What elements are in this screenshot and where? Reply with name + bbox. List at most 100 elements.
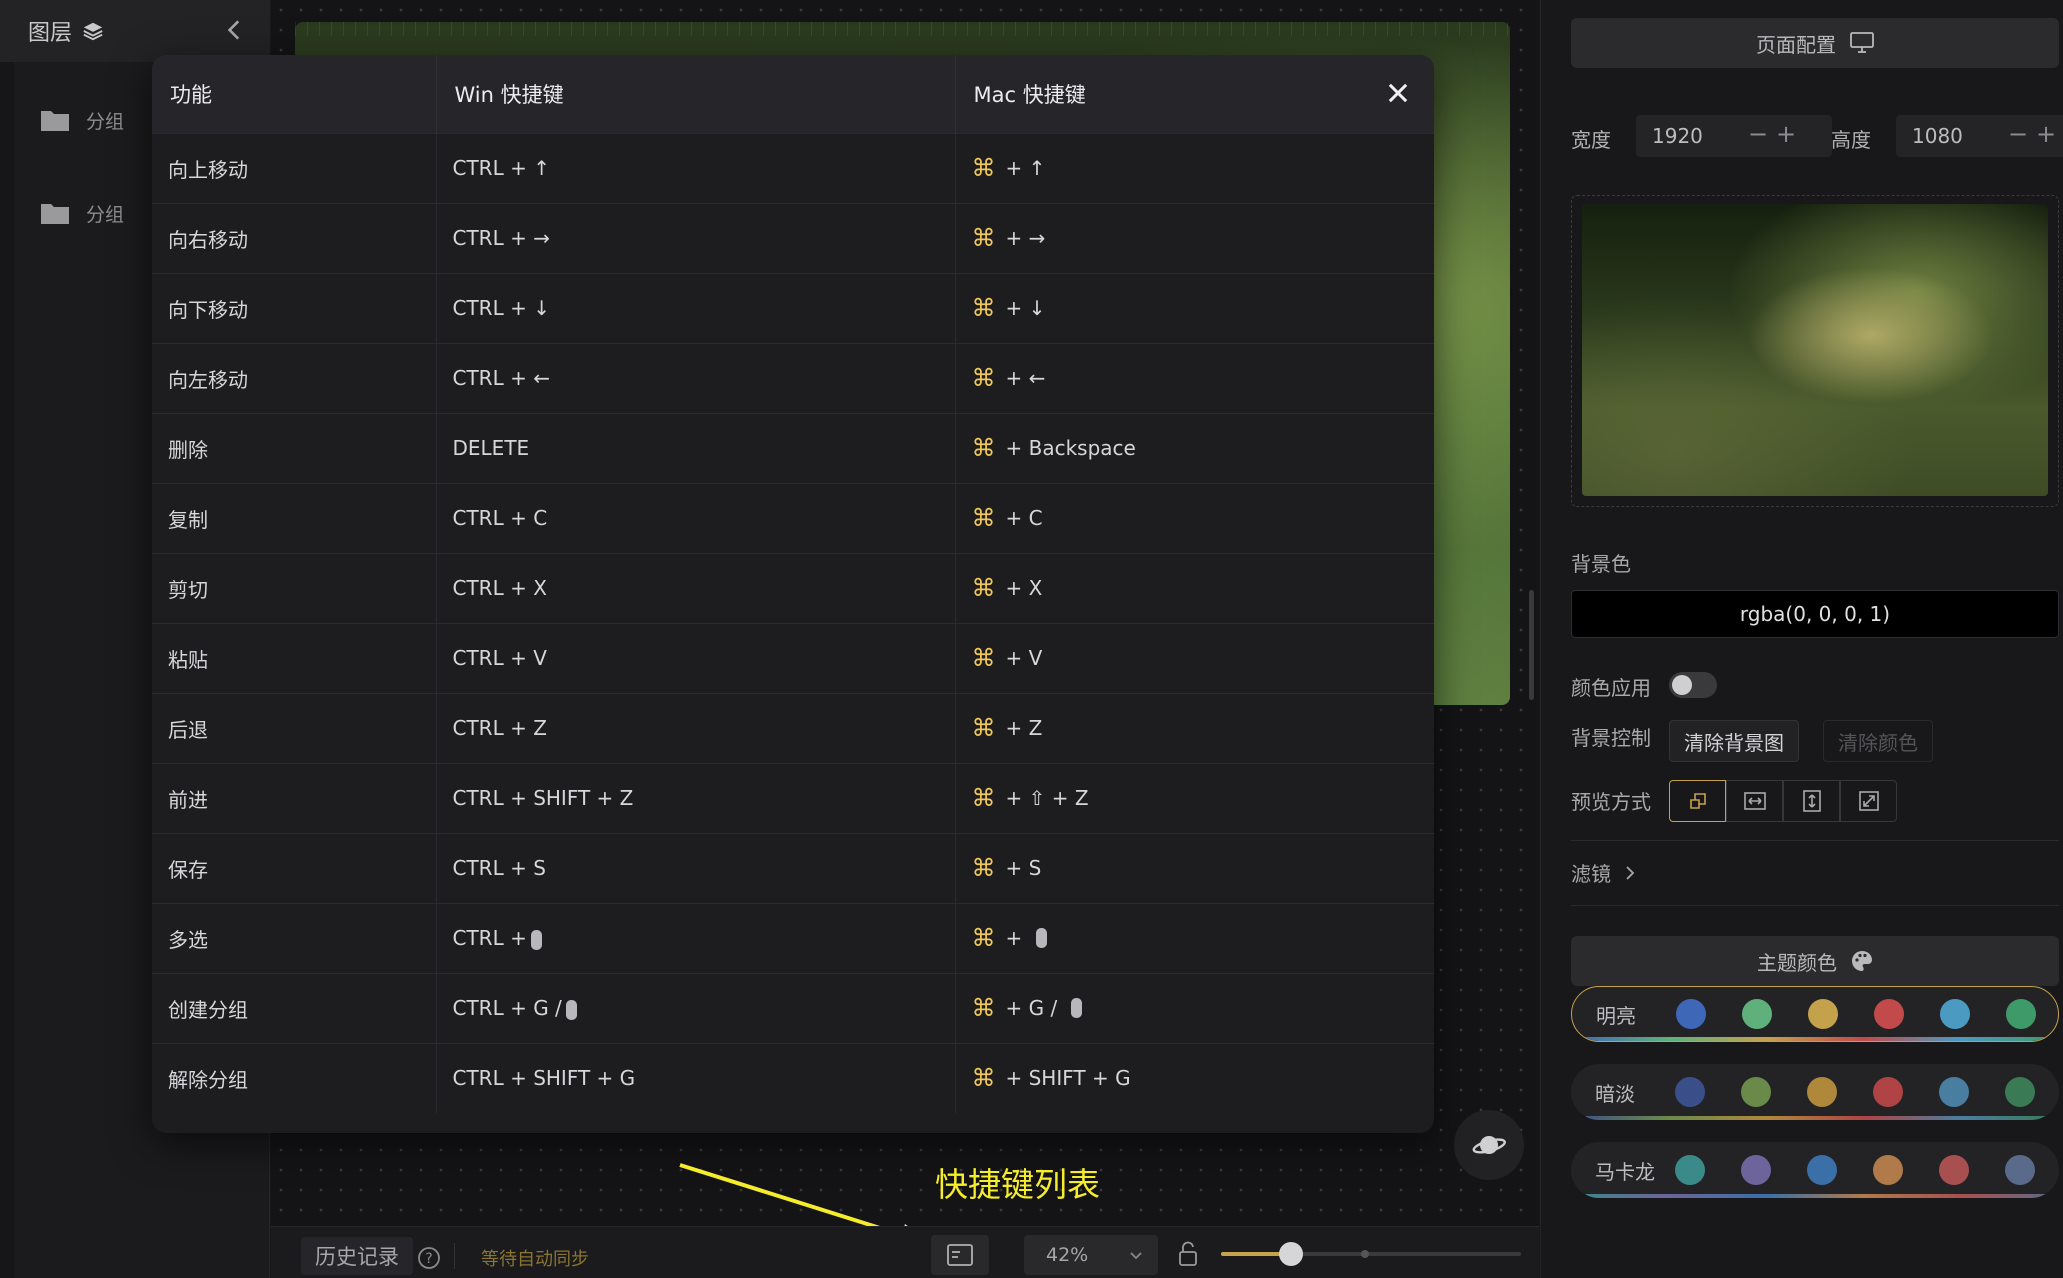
filter-expander[interactable]: 滤镜	[1571, 858, 1639, 887]
keyboard-list-icon	[947, 1244, 973, 1266]
shortcut-mac-keys-wrap: ⌘ + ↓	[972, 274, 1435, 343]
shortcut-mac: ⌘ + X	[955, 552, 1435, 623]
width-decrement[interactable]: −	[1748, 120, 1768, 148]
color-swatch	[1675, 1155, 1705, 1185]
command-key-icon: ⌘	[971, 644, 996, 672]
shortcut-mac-keys: + X	[1005, 576, 1043, 600]
shortcut-win-keys: CTRL + C	[452, 506, 548, 530]
zoom-slider-thumb[interactable]	[1279, 1242, 1303, 1266]
height-value: 1080	[1912, 124, 1963, 148]
shortcut-win: CTRL + SHIFT + Z	[436, 762, 956, 833]
chevron-down-icon	[1130, 1252, 1142, 1260]
mouse-icon	[1071, 998, 1083, 1018]
shortcut-mac-keys: + SHIFT + G	[1005, 1066, 1131, 1090]
shortcut-mac: ⌘ + SHIFT + G	[955, 1042, 1434, 1113]
preview-mode-label: 预览方式	[1571, 790, 1651, 814]
divider	[1571, 840, 2059, 841]
toggle-knob	[1672, 675, 1692, 695]
help-icon[interactable]: ?	[417, 1246, 441, 1270]
shortcut-mac-keys-wrap: ⌘ + V	[972, 624, 1435, 693]
header-mac: Mac 快捷键	[955, 55, 1434, 133]
preview-mode-stretch[interactable]	[1840, 780, 1897, 822]
shortcut-win-keys: CTRL + X	[452, 576, 547, 600]
height-label: 高度	[1831, 128, 1871, 152]
collapse-panel-icon[interactable]	[222, 16, 248, 44]
canvas-ruler	[295, 22, 1510, 36]
mouse-icon	[530, 929, 542, 950]
shortcut-win-keys: CTRL + SHIFT + G	[452, 1066, 636, 1090]
shortcut-win: CTRL + G /	[436, 972, 956, 1043]
history-button[interactable]: 历史记录	[301, 1237, 413, 1275]
mouse-icon	[1036, 928, 1048, 948]
shortcut-mac-keys-wrap: ⌘ + G /	[972, 974, 1435, 1043]
color-apply-toggle[interactable]	[1669, 672, 1717, 698]
shortcut-mac: ⌘ +	[955, 902, 1434, 973]
preview-mode-fit-height[interactable]	[1783, 780, 1840, 822]
height-increment[interactable]: +	[2036, 120, 2056, 148]
layer-group-item[interactable]: 分组	[40, 193, 124, 233]
shortcut-win: CTRL + →	[436, 202, 956, 273]
shortcut-win: CTRL + V	[436, 622, 956, 693]
close-icon[interactable]	[1384, 79, 1412, 107]
theme-option[interactable]: 暗淡	[1571, 1064, 2059, 1120]
theme-swatches	[1676, 999, 2036, 1029]
shortcut-win: CTRL + ↓	[436, 272, 956, 343]
width-increment[interactable]: +	[1776, 120, 1796, 148]
fit-original-icon	[1689, 793, 1706, 809]
color-swatch	[1939, 1077, 1969, 1107]
theme-swatches	[1675, 1155, 2035, 1185]
shortcut-mac-keys: + G /	[1005, 996, 1058, 1020]
theme-option[interactable]: 明亮	[1571, 986, 2059, 1042]
stretch-icon	[1858, 791, 1879, 811]
clear-color-button[interactable]: 清除颜色	[1823, 720, 1933, 762]
shortcut-function: 多选	[152, 902, 437, 973]
theme-name: 暗淡	[1595, 1081, 1635, 1106]
planet-button[interactable]	[1454, 1110, 1524, 1180]
width-input[interactable]: 1920 − +	[1636, 115, 1832, 157]
theme-gradient-bar	[1571, 1116, 2059, 1120]
page-preview[interactable]	[1571, 195, 2059, 507]
shortcut-mac: ⌘ + ←	[955, 342, 1434, 413]
shortcut-win-keys: CTRL + SHIFT + Z	[452, 786, 634, 810]
theme-color-button[interactable]: 主题颜色	[1571, 936, 2059, 986]
bg-color-input[interactable]: rgba(0, 0, 0, 1)	[1571, 590, 2059, 638]
shortcut-win: CTRL + ↑	[436, 132, 956, 203]
command-key-icon: ⌘	[971, 364, 996, 392]
shortcut-list-button[interactable]	[931, 1235, 989, 1275]
shortcut-function: 复制	[152, 482, 437, 553]
clear-bg-image-button[interactable]: 清除背景图	[1669, 720, 1799, 762]
shortcut-row: 向上移动 CTRL + ↑ ⌘ + ↑	[152, 132, 1435, 203]
command-key-icon: ⌘	[971, 504, 996, 532]
command-key-icon: ⌘	[971, 994, 996, 1022]
page-config-button[interactable]: 页面配置	[1571, 18, 2059, 68]
zoom-slider[interactable]	[1221, 1242, 1521, 1266]
shortcut-win: CTRL + ←	[436, 342, 956, 413]
page-preview-image	[1582, 204, 2048, 496]
shortcut-mac-keys-wrap: ⌘ + X	[972, 554, 1435, 623]
canvas-scrollbar[interactable]	[1529, 590, 1534, 700]
shortcut-win-keys: CTRL + V	[452, 646, 547, 670]
zoom-select[interactable]: 42%	[1024, 1235, 1158, 1275]
color-swatch	[1807, 1077, 1837, 1107]
height-decrement[interactable]: −	[2008, 120, 2028, 148]
shortcut-mac: ⌘ + ↑	[955, 132, 1435, 203]
shortcut-mac-keys-wrap: ⌘ + ↑	[972, 134, 1435, 203]
sync-status: 等待自动同步	[481, 1249, 589, 1270]
theme-name: 马卡龙	[1595, 1159, 1655, 1184]
theme-name: 明亮	[1596, 1003, 1636, 1028]
color-swatch	[2005, 1077, 2035, 1107]
shortcut-mac-keys: + →	[1005, 226, 1046, 250]
preview-mode-fit-width[interactable]	[1726, 780, 1783, 822]
height-input[interactable]: 1080 − +	[1896, 115, 2063, 157]
shortcut-win: CTRL + S	[436, 832, 956, 903]
theme-option[interactable]: 马卡龙	[1571, 1142, 2059, 1198]
command-key-icon: ⌘	[971, 924, 996, 952]
planet-icon	[1472, 1136, 1506, 1154]
shortcut-mac-keys: + ↓	[1005, 296, 1046, 320]
command-key-icon: ⌘	[971, 434, 996, 462]
preview-mode-original[interactable]	[1669, 780, 1726, 822]
unlock-icon[interactable]	[1177, 1241, 1199, 1267]
shortcut-win-keys: CTRL + G /	[452, 996, 562, 1020]
layer-group-item[interactable]: 分组	[40, 100, 124, 140]
shortcut-mac-keys-wrap: ⌘ + ⇧ + Z	[972, 764, 1435, 833]
